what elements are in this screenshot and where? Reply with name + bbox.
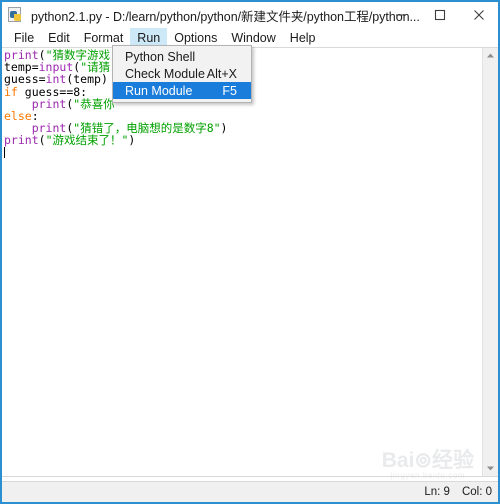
minimize-button[interactable]: [381, 2, 420, 28]
menu-item-label: Run Module: [125, 83, 193, 98]
editor-area: print("猜数字游戏 temp=input("请猜-guess=int(tem…: [2, 47, 498, 476]
menu-item-label: Check Module: [125, 66, 205, 81]
menu-item-accelerator: Alt+X: [206, 66, 237, 81]
status-column-number: Col: 0: [461, 486, 492, 498]
menu-item-label: Python Shell: [125, 49, 196, 64]
chevron-down-icon[interactable]: [483, 461, 498, 476]
status-line-number: Ln: 9: [424, 486, 450, 498]
menu-item-accelerator: F5: [222, 83, 237, 98]
chevron-up-icon[interactable]: [483, 48, 498, 63]
code-token: "恭喜你: [73, 96, 115, 111]
status-bar: Ln: 9 Col: 0: [2, 481, 498, 502]
idle-editor-window: python2.1.py - D:/learn/python/python/新建…: [0, 0, 500, 504]
code-token: ): [220, 121, 228, 136]
menu-edit[interactable]: Edit: [41, 28, 77, 47]
code-token: "游戏结束了！": [45, 133, 129, 148]
menu-item-python-shell[interactable]: Python Shell: [113, 48, 251, 65]
code-token: (: [38, 133, 46, 148]
python-file-icon: [8, 7, 24, 23]
menu-item-run-module[interactable]: Run Module F5: [113, 82, 251, 99]
close-button[interactable]: [459, 2, 498, 28]
code-token: ): [128, 133, 136, 148]
run-dropdown-menu: Python Shell Check Module Alt+X Run Modu…: [112, 45, 252, 103]
menu-item-check-module[interactable]: Check Module Alt+X: [113, 65, 251, 82]
maximize-button[interactable]: [420, 2, 459, 28]
title-bar[interactable]: python2.1.py - D:/learn/python/python/新建…: [2, 2, 498, 28]
code-line: print("游戏结束了！"): [4, 134, 227, 146]
window-controls: [381, 2, 498, 28]
menu-file[interactable]: File: [7, 28, 41, 47]
text-caret: [4, 146, 5, 158]
menu-help[interactable]: Help: [283, 28, 323, 47]
code-text-area[interactable]: print("猜数字游戏 temp=input("请猜-guess=int(tem…: [2, 47, 482, 476]
window-title: python2.1.py - D:/learn/python/python/新建…: [31, 9, 420, 24]
vertical-scrollbar[interactable]: [482, 47, 498, 476]
